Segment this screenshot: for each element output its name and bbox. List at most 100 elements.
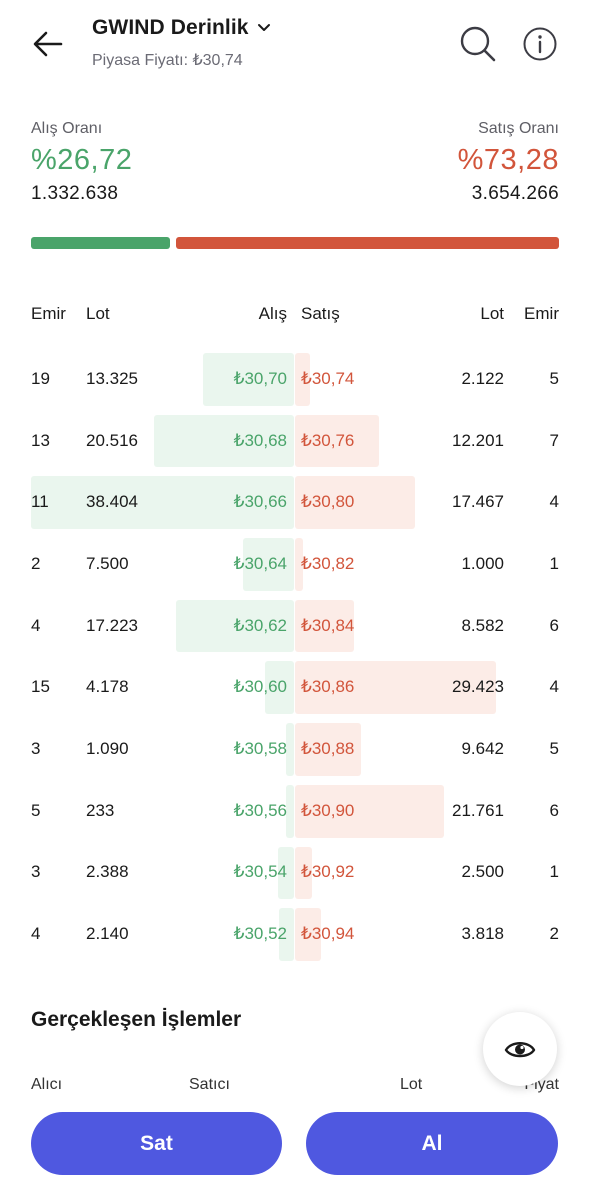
- order-book-row[interactable]: 5 233 ₺30,56 ₺30,90 21.761 6: [31, 780, 559, 842]
- page-title: GWIND Derinlik: [92, 16, 249, 39]
- info-icon: [523, 27, 557, 61]
- bid-lot: 20.516: [86, 430, 138, 450]
- buy-sell-ratio: Alış Oranı %26,72 1.332.638 Satış Oranı …: [31, 120, 559, 255]
- ask-price: ₺30,90: [301, 800, 355, 820]
- bid-price: ₺30,58: [233, 738, 287, 758]
- buy-ratio-percent: %26,72: [31, 144, 133, 176]
- order-book: Emir Lot Alış Satış Lot Emir 19 13.325 ₺30…: [31, 290, 559, 961]
- eye-icon: [504, 1042, 536, 1058]
- buy-button[interactable]: Al: [306, 1112, 558, 1175]
- bid-order-count: 3: [31, 862, 41, 882]
- bid-order-count: 4: [31, 615, 41, 635]
- bid-order-count: 4: [31, 924, 41, 944]
- info-button[interactable]: [522, 26, 558, 62]
- ask-lot: 21.761: [452, 800, 504, 820]
- ask-lot: 29.423: [452, 677, 504, 697]
- sell-ratio-percent: %73,28: [457, 144, 559, 176]
- bid-price: ₺30,52: [233, 924, 287, 944]
- bid-order-count: 11: [31, 492, 49, 512]
- ask-order-count: 7: [549, 430, 559, 450]
- header-emir-left: Emir: [31, 304, 66, 323]
- title-group: GWIND Derinlik Piyasa Fiyatı: ₺30,74: [92, 16, 271, 70]
- market-price: Piyasa Fiyatı: ₺30,74: [92, 52, 243, 69]
- ask-price: ₺30,76: [301, 430, 355, 450]
- order-book-header: Emir Lot Alış Satış Lot Emir: [31, 290, 559, 336]
- trades-section: Gerçekleşen İşlemler Alıcı Satıcı Lot Fi…: [31, 1008, 559, 1093]
- bid-order-count: 5: [31, 800, 41, 820]
- bid-price: ₺30,60: [233, 677, 287, 697]
- order-book-row[interactable]: 15 4.178 ₺30,60 ₺30,86 29.423 4: [31, 656, 559, 718]
- order-book-row[interactable]: 13 20.516 ₺30,68 ₺30,76 12.201 7: [31, 410, 559, 472]
- order-book-row[interactable]: 3 2.388 ₺30,54 ₺30,92 2.500 1: [31, 842, 559, 904]
- bid-volume-bar: [286, 784, 294, 838]
- trades-header-lot: Lot: [400, 1076, 423, 1093]
- bid-volume-bar: [286, 723, 294, 776]
- ask-price: ₺30,84: [301, 615, 355, 635]
- header: GWIND Derinlik Piyasa Fiyatı: ₺30,74: [0, 0, 589, 90]
- ask-order-count: 1: [549, 862, 559, 882]
- bid-order-count: 15: [31, 677, 50, 697]
- header-emir-right: Emir: [524, 304, 559, 323]
- bid-price: ₺30,56: [233, 800, 287, 820]
- bid-price: ₺30,62: [233, 615, 287, 635]
- bid-lot: 233: [86, 800, 115, 820]
- back-button[interactable]: [30, 26, 66, 62]
- ask-order-count: 4: [549, 492, 559, 512]
- ask-order-count: 5: [549, 368, 559, 388]
- trades-header-buyer: Alıcı: [31, 1076, 63, 1093]
- ask-price: ₺30,88: [301, 738, 355, 758]
- bid-lot: 38.404: [86, 492, 138, 512]
- order-book-row[interactable]: 4 17.223 ₺30,62 ₺30,84 8.582 6: [31, 595, 559, 657]
- ask-price: ₺30,80: [301, 492, 355, 512]
- ask-order-count: 6: [549, 800, 559, 820]
- ask-price: ₺30,82: [301, 553, 355, 573]
- bid-lot: 2.388: [86, 862, 129, 882]
- order-book-row[interactable]: 19 13.325 ₺30,70 ₺30,74 2.122 5: [31, 348, 559, 410]
- order-book-row[interactable]: 3 1.090 ₺30,58 ₺30,88 9.642 5: [31, 718, 559, 780]
- bid-lot: 13.325: [86, 368, 138, 388]
- search-button[interactable]: [459, 25, 497, 63]
- trades-title: Gerçekleşen İşlemler: [31, 1008, 242, 1031]
- order-book-rows: 19 13.325 ₺30,70 ₺30,74 2.122 5 13 20.516 ₺30,68…: [31, 348, 559, 965]
- sell-volume: 3.654.266: [471, 183, 559, 204]
- bid-price: ₺30,54: [233, 862, 287, 882]
- bid-lot: 1.090: [86, 738, 129, 758]
- trades-header-seller: Satıcı: [189, 1076, 230, 1093]
- bid-order-count: 13: [31, 430, 50, 450]
- order-book-row[interactable]: 11 38.404 ₺30,66 ₺30,80 17.467 4: [31, 471, 559, 533]
- buy-ratio: Alış Oranı %26,72 1.332.638: [31, 120, 132, 205]
- search-icon: [460, 26, 496, 62]
- sell-ratio-label: Satış Oranı: [478, 120, 559, 137]
- ask-order-count: 1: [549, 553, 559, 573]
- bid-order-count: 3: [31, 738, 41, 758]
- ask-order-count: 4: [549, 677, 559, 697]
- symbol-selector[interactable]: GWIND Derinlik: [92, 16, 271, 40]
- bid-price: ₺30,70: [233, 368, 287, 388]
- sell-ratio: Satış Oranı %73,28 3.654.266: [458, 120, 559, 205]
- sell-button[interactable]: Sat: [31, 1112, 282, 1175]
- bid-lot: 4.178: [86, 677, 129, 697]
- ask-order-count: 6: [549, 615, 559, 635]
- ask-lot: 2.500: [461, 862, 504, 882]
- header-ask: Satış: [301, 304, 340, 323]
- bid-order-count: 2: [31, 553, 41, 573]
- ask-lot: 8.582: [461, 615, 504, 635]
- bid-lot: 17.223: [86, 615, 138, 635]
- ask-order-count: 2: [549, 924, 559, 944]
- bid-price: ₺30,64: [233, 553, 287, 573]
- ask-price: ₺30,92: [301, 862, 355, 882]
- bid-lot: 2.140: [86, 924, 129, 944]
- eye-button[interactable]: [483, 1012, 557, 1086]
- bid-price: ₺30,68: [233, 430, 287, 450]
- chevron-down-icon: [257, 24, 270, 31]
- ask-lot: 3.818: [461, 924, 504, 944]
- header-lot-left: Lot: [86, 304, 110, 323]
- ratio-bar-buy: [31, 237, 170, 249]
- bid-price: ₺30,66: [233, 492, 287, 512]
- order-book-row[interactable]: 4 2.140 ₺30,52 ₺30,94 3.818 2: [31, 903, 559, 965]
- ask-price: ₺30,74: [301, 368, 355, 388]
- header-bid: Alış: [258, 304, 287, 323]
- order-book-row[interactable]: 2 7.500 ₺30,64 ₺30,82 1.000 1: [31, 533, 559, 595]
- bid-lot: 7.500: [86, 553, 129, 573]
- buy-ratio-label: Alış Oranı: [31, 120, 103, 137]
